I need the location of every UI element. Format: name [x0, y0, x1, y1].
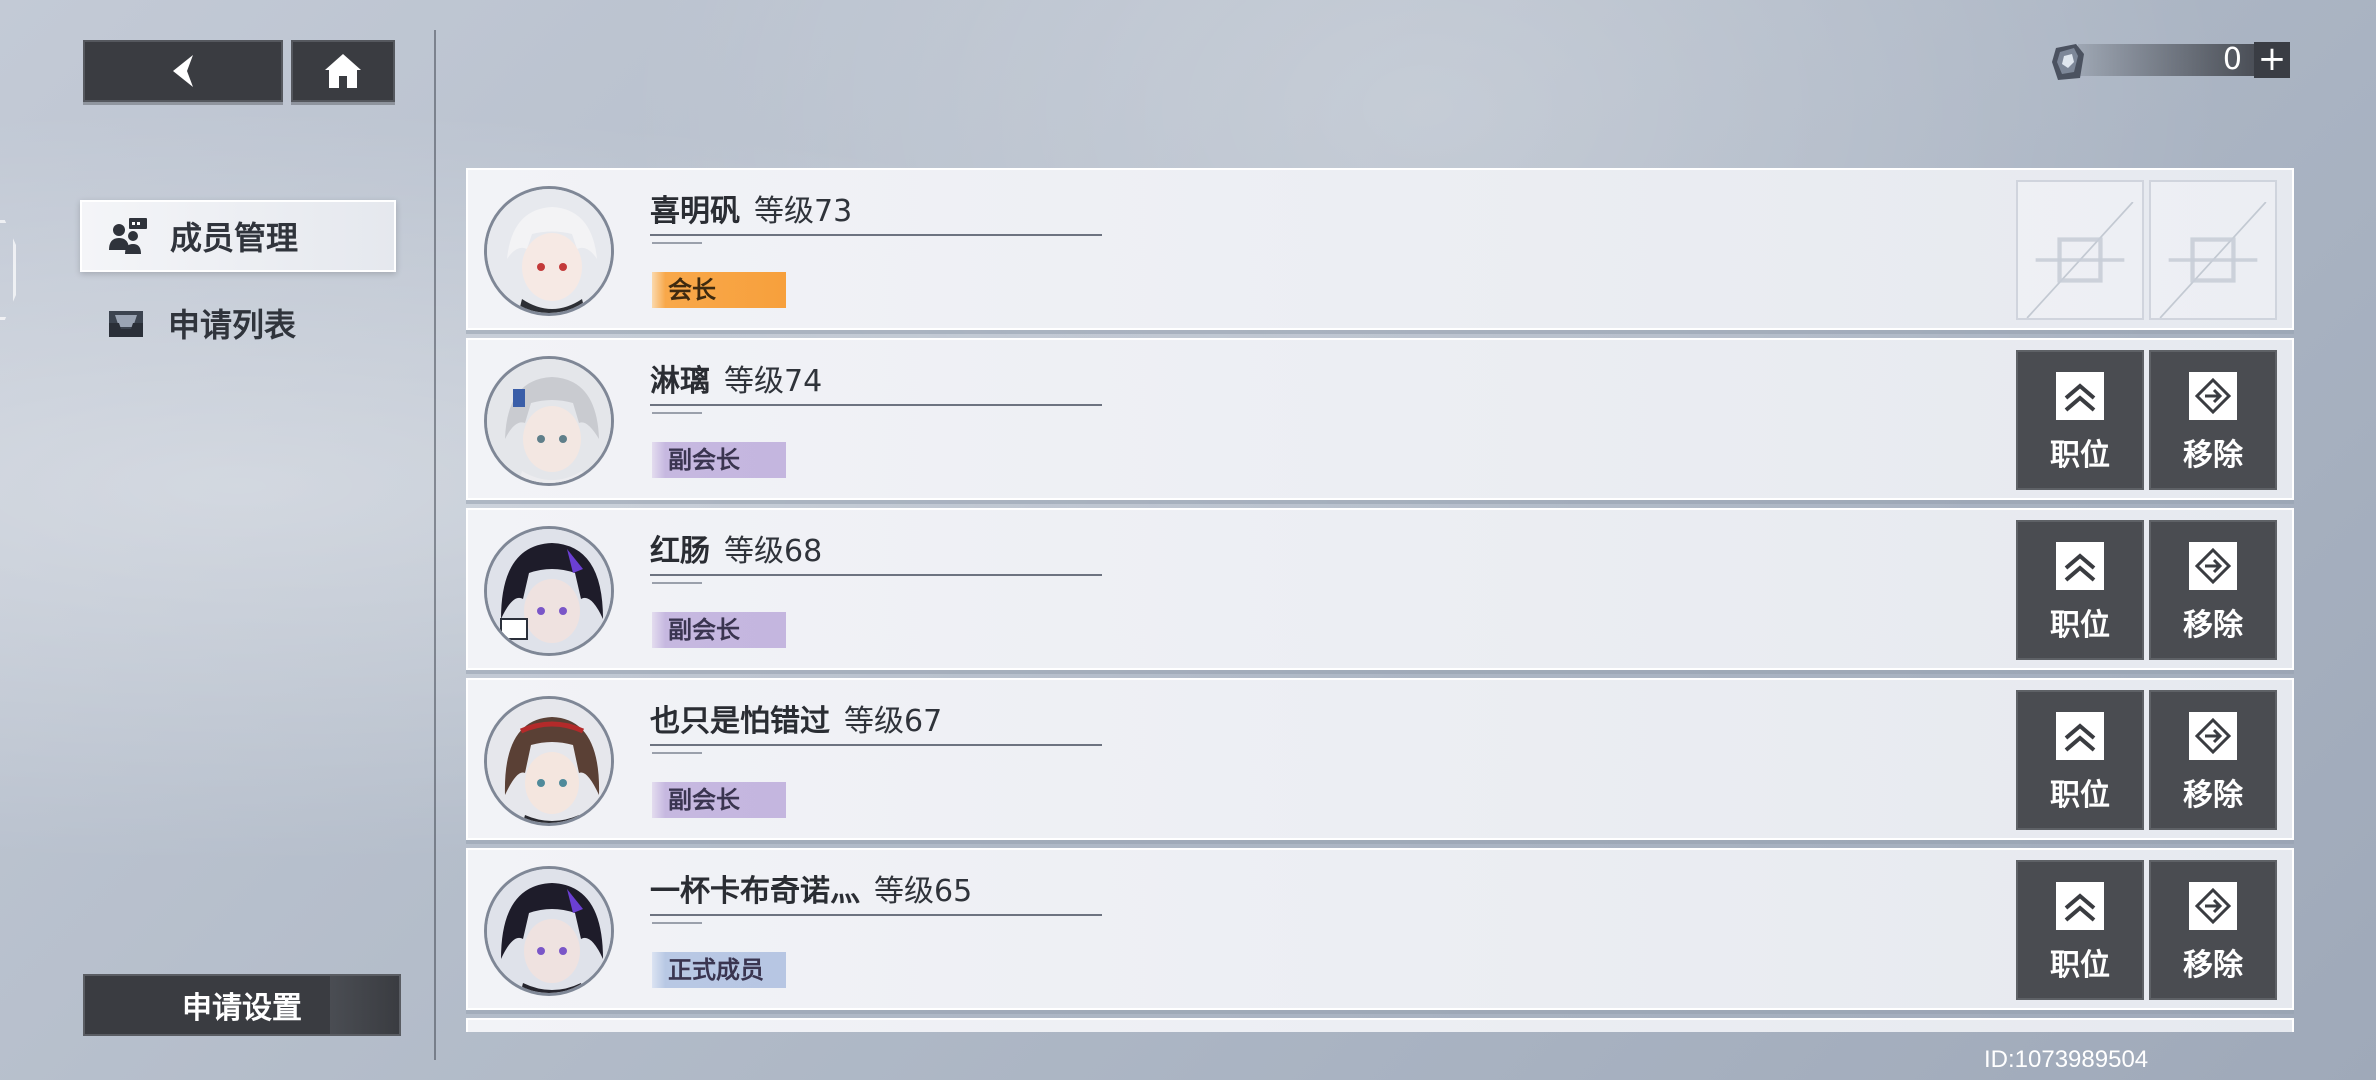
member-level: 等级74 [724, 364, 823, 399]
home-icon [325, 54, 361, 88]
name-underline [650, 574, 1102, 584]
avatar[interactable] [478, 180, 620, 322]
position-button[interactable]: 职位 [2016, 350, 2144, 490]
position-label: 职位 [2050, 608, 2110, 643]
position-label: 职位 [2050, 778, 2110, 813]
name-underline [650, 744, 1102, 754]
avatar[interactable] [478, 690, 620, 832]
position-button[interactable]: 职位 [2016, 520, 2144, 660]
member-name: 淋璃 等级74 [650, 364, 823, 399]
position-label: 职位 [2050, 438, 2110, 473]
name-underline [650, 914, 1102, 924]
inbox-icon [104, 301, 148, 345]
avatar[interactable] [478, 350, 620, 492]
remove-icon [2189, 542, 2237, 590]
sidebar-item-label: 申请列表 [168, 306, 297, 344]
remove-icon [2189, 372, 2237, 420]
sidebar-item-applications[interactable]: 申请列表 [80, 287, 396, 359]
member-row: 一杯卡布奇诺灬 等级65 正式成员 职位 移除 [466, 848, 2294, 1010]
role-badge: 副会长 [652, 782, 786, 818]
remove-label: 移除 [2183, 608, 2243, 643]
avatar[interactable] [478, 520, 620, 662]
currency-amount: 0 [2222, 42, 2242, 77]
disabled-slash-icon [2026, 202, 2134, 318]
position-label: 职位 [2050, 948, 2110, 983]
apply-settings-button[interactable]: 申请设置 [83, 974, 401, 1036]
role-badge: 会长 [652, 272, 786, 308]
avatar[interactable] [478, 860, 620, 1002]
member-level: 等级73 [754, 194, 853, 229]
member-level: 等级65 [874, 874, 973, 909]
add-currency-button[interactable]: + [2254, 42, 2290, 78]
member-level: 等级67 [844, 704, 943, 739]
role-badge: 正式成员 [652, 952, 786, 988]
member-row: 也只是怕错过 等级67 副会长 职位 移除 [466, 678, 2294, 840]
promote-icon [2056, 542, 2104, 590]
member-level: 等级68 [724, 534, 823, 569]
gem-icon [2052, 44, 2084, 80]
apply-settings-label: 申请设置 [182, 991, 302, 1026]
name-underline [650, 404, 1102, 414]
back-arrow-icon [173, 55, 193, 87]
member-list[interactable]: 喜明矾 等级73 会长 淋璃 等级74 副会长 职位 移除 红肠 等级68 副会… [466, 168, 2294, 1032]
members-icon [106, 214, 150, 258]
remove-button-disabled [2149, 180, 2277, 320]
remove-button[interactable]: 移除 [2149, 690, 2277, 830]
member-row: 喜明矾 等级73 会长 [466, 168, 2294, 330]
name-underline [650, 234, 1102, 244]
remove-label: 移除 [2183, 948, 2243, 983]
edge-decoration [0, 220, 16, 320]
home-button[interactable] [291, 40, 395, 102]
remove-button[interactable]: 移除 [2149, 860, 2277, 1000]
disabled-slash-icon [2159, 202, 2267, 318]
currency-display: 0 + [2048, 40, 2294, 80]
member-row: 淋璃 等级74 副会长 职位 移除 [466, 338, 2294, 500]
remove-icon [2189, 712, 2237, 760]
member-row: 红肠 等级68 副会长 职位 移除 [466, 508, 2294, 670]
promote-icon [2056, 882, 2104, 930]
back-button[interactable] [83, 40, 283, 102]
member-row-partial [466, 1018, 2294, 1032]
remove-button[interactable]: 移除 [2149, 350, 2277, 490]
remove-label: 移除 [2183, 438, 2243, 473]
member-name: 也只是怕错过 等级67 [650, 704, 943, 739]
remove-label: 移除 [2183, 778, 2243, 813]
sidebar-item-label: 成员管理 [170, 219, 299, 257]
role-badge: 副会长 [652, 612, 786, 648]
position-button[interactable]: 职位 [2016, 690, 2144, 830]
position-button[interactable]: 职位 [2016, 860, 2144, 1000]
sidebar-divider [434, 30, 436, 1060]
member-name: 喜明矾 等级73 [650, 194, 853, 229]
remove-icon [2189, 882, 2237, 930]
member-name: 一杯卡布奇诺灬 等级65 [650, 874, 973, 909]
player-id: ID:1073989504 [1984, 1046, 2149, 1073]
remove-button[interactable]: 移除 [2149, 520, 2277, 660]
position-button-disabled [2016, 180, 2144, 320]
member-name: 红肠 等级68 [650, 534, 823, 569]
role-badge: 副会长 [652, 442, 786, 478]
sidebar-item-members[interactable]: 成员管理 [80, 200, 396, 272]
promote-icon [2056, 712, 2104, 760]
promote-icon [2056, 372, 2104, 420]
